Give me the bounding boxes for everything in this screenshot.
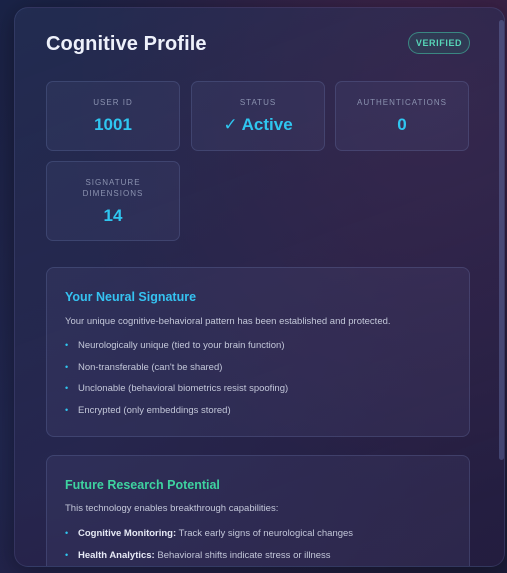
- list-item: • Non-transferable (can't be shared): [65, 361, 223, 373]
- section-title: Your Neural Signature: [65, 290, 197, 304]
- stat-user-id: USER ID 1001: [46, 81, 180, 151]
- stat-value: 1001: [94, 115, 132, 134]
- bullet-icon: •: [65, 340, 69, 350]
- section-intro: Your unique cognitive-behavioral pattern…: [65, 316, 391, 327]
- neural-signature-panel: Your Neural Signature Your unique cognit…: [46, 267, 470, 437]
- stat-signature-dimensions: SIGNATURE DIMENSIONS 14: [46, 161, 180, 241]
- bullet-icon: •: [65, 361, 69, 372]
- stat-value: ✓ Active: [223, 115, 293, 134]
- list-item: • Health Analytics: Behavioral shifts ind…: [65, 549, 331, 561]
- research-list: • Cognitive Monitoring: Track early signs…: [65, 528, 354, 566]
- stat-label: SIGNATURE DIMENSIONS: [82, 177, 144, 198]
- signature-list: • Neurologically unique (tied to your bra…: [65, 340, 288, 426]
- stat-label: AUTHENTICATIONS: [357, 98, 447, 107]
- section-intro: This technology enables breakthrough cap…: [65, 503, 279, 514]
- page-title: Cognitive Profile: [46, 33, 207, 55]
- bullet-icon: •: [65, 383, 69, 393]
- list-item: • Unclonable (behavioral biometrics resis…: [65, 383, 289, 394]
- scrollbar-thumb[interactable]: [499, 20, 504, 460]
- stat-value: 14: [103, 205, 123, 225]
- list-item: • Cognitive Monitoring: Track early signs…: [65, 528, 354, 539]
- bullet-icon: •: [65, 404, 69, 415]
- bullet-icon: •: [65, 528, 69, 538]
- stat-value: 0: [397, 115, 407, 134]
- stat-label: USER ID: [93, 98, 133, 107]
- list-item: • Encrypted (only embeddings stored): [65, 404, 231, 416]
- verified-badge: VERIFIED: [408, 32, 470, 54]
- section-title: Future Research Potential: [65, 478, 220, 492]
- stat-label: STATUS: [239, 98, 277, 107]
- cognitive-profile-card: Cognitive Profile VERIFIED USER ID 1001 …: [14, 7, 505, 567]
- stat-status: STATUS ✓ Active: [191, 81, 325, 151]
- stat-authentications: AUTHENTICATIONS 0: [335, 81, 469, 151]
- bullet-icon: •: [65, 549, 69, 560]
- research-potential-panel: Future Research Potential This technolog…: [46, 455, 470, 566]
- list-item: • Neurologically unique (tied to your bra…: [65, 340, 285, 351]
